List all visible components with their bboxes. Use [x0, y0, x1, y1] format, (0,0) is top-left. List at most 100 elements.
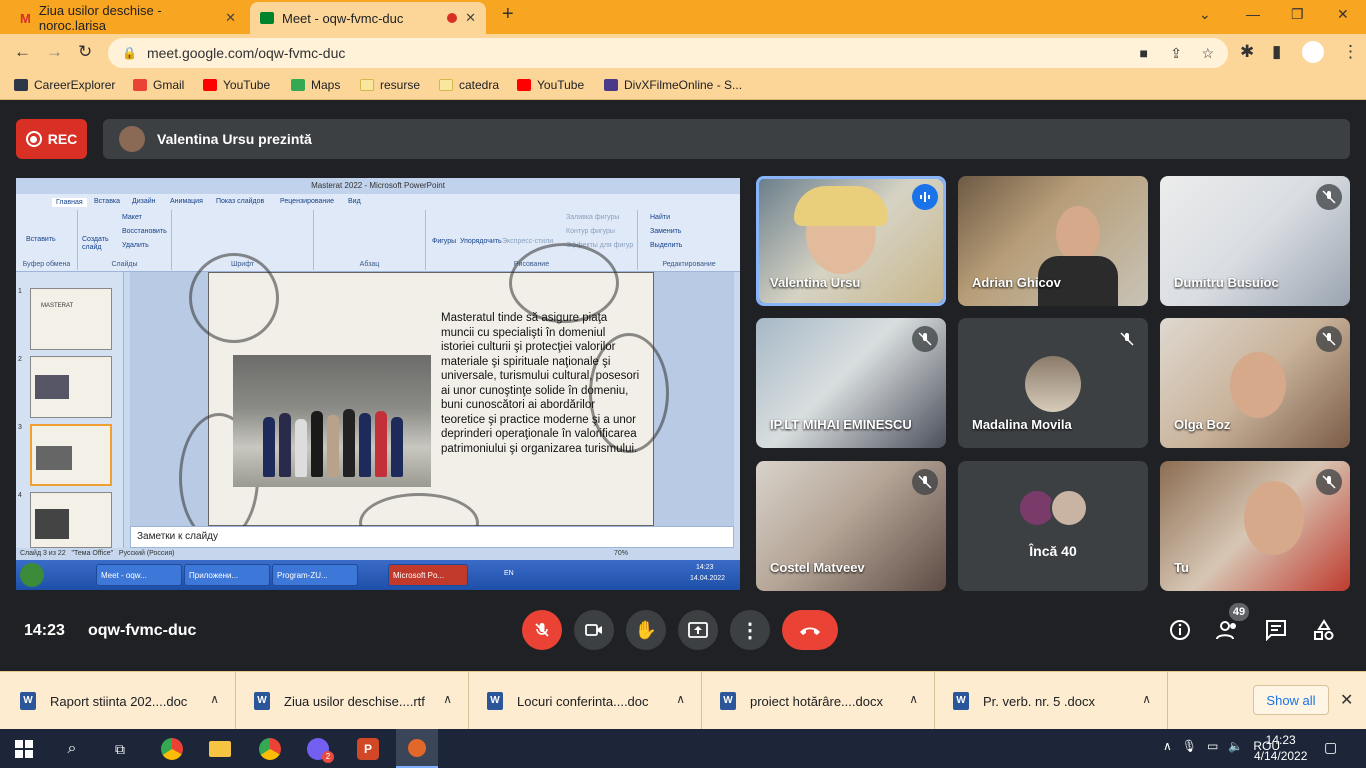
participant-tile[interactable]: Dumitru Busuioc [1160, 176, 1350, 306]
taskbar-viber[interactable]: 2 [304, 735, 334, 763]
recording-indicator[interactable]: REC [16, 119, 87, 159]
tab-title: Ziua usilor deschise - noroc.larisa [38, 3, 162, 33]
reload-icon[interactable]: ↻ [78, 42, 92, 62]
microphone-icon[interactable]: 🎙 [1182, 739, 1197, 753]
address-bar[interactable]: 🔒 meet.google.com/oqw-fvmc-duc ■ ⇪ ☆ [108, 38, 1228, 68]
taskbar-active-app[interactable] [396, 729, 438, 768]
close-window-button[interactable]: ✕ [1337, 6, 1349, 23]
participant-tile[interactable]: Costel Matveev [756, 461, 946, 591]
restore-button[interactable]: ❐ [1291, 6, 1304, 23]
chevron-up-icon[interactable]: ∧ [1142, 692, 1151, 706]
bookmark-folder-resurse[interactable]: resurse [360, 78, 420, 92]
close-tab-icon[interactable]: ✕ [225, 10, 236, 26]
raise-hand-button[interactable]: ✋ [626, 610, 666, 650]
ribbon-tab: Главная [52, 198, 87, 207]
shared-screen[interactable]: Masterat 2022 - Microsoft PowerPoint Гла… [16, 178, 740, 590]
ribbon-button: Упорядочить [460, 238, 502, 245]
download-item[interactable]: W Ziua usilor deschise....rtf ∧ [236, 672, 469, 730]
participant-tile[interactable]: Adrian Ghicov [958, 176, 1148, 306]
search-button[interactable]: ⌕ [58, 735, 86, 763]
camera-icon[interactable]: ■ [1140, 45, 1148, 61]
bookmark-youtube[interactable]: YouTube [203, 78, 270, 92]
download-item[interactable]: W Pr. verb. nr. 5 .docx ∧ [935, 672, 1168, 730]
network-icon[interactable]: ▭ [1207, 739, 1218, 753]
bookmark-folder-catedra[interactable]: catedra [439, 78, 499, 92]
taskbar-chrome-2[interactable] [256, 735, 284, 763]
windows-start-button[interactable] [10, 735, 38, 763]
browser-toolbar: ← → ↻ 🔒 meet.google.com/oqw-fvmc-duc ■ ⇪… [0, 34, 1366, 72]
ppt-slide-area: Masteratul tinde să asigure piaţa muncii… [130, 243, 734, 553]
minimize-button[interactable]: — [1246, 6, 1260, 22]
download-item[interactable]: W Locuri conferinta....doc ∧ [469, 672, 702, 730]
people-button[interactable] [1216, 619, 1240, 646]
bookmark-gmail[interactable]: Gmail [133, 78, 184, 92]
close-tab-icon[interactable]: ✕ [465, 10, 476, 26]
more-participants-label: Încă 40 [1029, 543, 1077, 559]
chevron-up-icon[interactable]: ∧ [909, 692, 918, 706]
ribbon-group: Создать слайд Макет Восстановить Удалить… [78, 210, 172, 270]
ribbon-group: Вставить Буфер обмена [16, 210, 78, 270]
ribbon-button: Экспресс-стили [502, 238, 554, 245]
new-tab-button[interactable]: + [502, 3, 514, 26]
self-view-tile[interactable]: Tu [1160, 461, 1350, 591]
bookmark-label: catedra [459, 78, 500, 92]
bookmark-star-icon[interactable]: ☆ [1201, 45, 1214, 62]
browser-tab-gmail[interactable]: M Ziua usilor deschise - noroc.larisa ✕ [10, 2, 246, 34]
ribbon-button: Удалить [122, 242, 149, 249]
menu-icon[interactable]: ⋮ [1342, 42, 1359, 62]
activities-button[interactable] [1313, 619, 1335, 646]
forward-icon[interactable]: → [46, 42, 63, 62]
task-view-button[interactable]: ⧉ [106, 735, 134, 763]
chevron-up-icon[interactable]: ∧ [210, 692, 219, 706]
activities-icon [1314, 619, 1334, 640]
ribbon-group-caption: Слайды [111, 261, 138, 268]
participant-tile[interactable]: Madalina Movila [958, 318, 1148, 448]
slide-thumb-2 [30, 356, 112, 418]
participant-tile[interactable]: Olga Boz [1160, 318, 1350, 448]
taskbar-file-explorer[interactable] [206, 735, 234, 763]
bookmark-divxfilme[interactable]: DivXFilmeOnline - S... [604, 78, 742, 92]
participant-name: Olga Boz [1174, 417, 1231, 432]
leave-call-button[interactable] [782, 610, 838, 650]
chat-button[interactable] [1265, 619, 1287, 646]
record-icon [25, 131, 42, 147]
slide-notes[interactable]: Заметки к слайду [130, 526, 734, 548]
taskbar-powerpoint[interactable]: P [354, 735, 382, 763]
share-icon[interactable]: ⇪ [1170, 45, 1182, 62]
browser-tab-meet[interactable]: Meet - oqw-fvmc-duc ✕ [250, 2, 486, 34]
chevron-up-icon[interactable]: ∧ [443, 692, 452, 706]
tab-title: Meet - oqw-fvmc-duc [282, 10, 404, 26]
chevron-up-icon[interactable]: ∧ [676, 692, 685, 706]
more-participants-tile[interactable]: Încă 40 [958, 461, 1148, 591]
profile-avatar[interactable] [1302, 41, 1324, 63]
notification-icon[interactable]: ▢ [1324, 739, 1337, 756]
meeting-details-button[interactable] [1169, 619, 1191, 646]
mic-off-button[interactable] [522, 610, 562, 650]
extensions-icon[interactable]: ✱ [1240, 42, 1254, 62]
tab-search-icon[interactable]: ⌄ [1199, 6, 1211, 23]
mic-off-icon [912, 469, 938, 495]
thumb-number: 4 [18, 492, 22, 499]
bookmark-careerexplorer[interactable]: CareerExplorer [14, 78, 115, 92]
taskbar-chrome[interactable] [158, 735, 186, 763]
ribbon-tab: Рецензирование [280, 198, 335, 205]
download-item[interactable]: W Raport stiinta 202....doc ∧ [0, 672, 236, 730]
participant-tile[interactable]: Valentina Ursu [756, 176, 946, 306]
show-all-button[interactable]: Show all [1253, 685, 1329, 715]
camera-button[interactable] [574, 610, 614, 650]
close-downloads-icon[interactable]: ✕ [1340, 690, 1353, 710]
bookmark-maps[interactable]: Maps [291, 78, 340, 92]
chevron-up-icon[interactable]: ∧ [1163, 739, 1172, 753]
meeting-clock: 14:23 [24, 622, 65, 639]
download-item[interactable]: Wproiect hotărâre....docx ∧ [702, 672, 935, 730]
more-options-button[interactable]: ⋮ [730, 610, 770, 650]
ribbon-tab: Дизайн [132, 198, 156, 205]
present-screen-button[interactable] [678, 610, 718, 650]
participant-tile[interactable]: IP.LT MIHAI EMINESCU [756, 318, 946, 448]
back-icon[interactable]: ← [14, 42, 31, 62]
side-panel-icon[interactable]: ▮ [1272, 42, 1281, 62]
taskbar-clock[interactable]: 14:23 4/14/2022 [1254, 732, 1307, 764]
meet-icon [260, 12, 274, 24]
bookmark-youtube-2[interactable]: YouTube [517, 78, 584, 92]
volume-icon[interactable]: 🔈 [1228, 739, 1243, 753]
